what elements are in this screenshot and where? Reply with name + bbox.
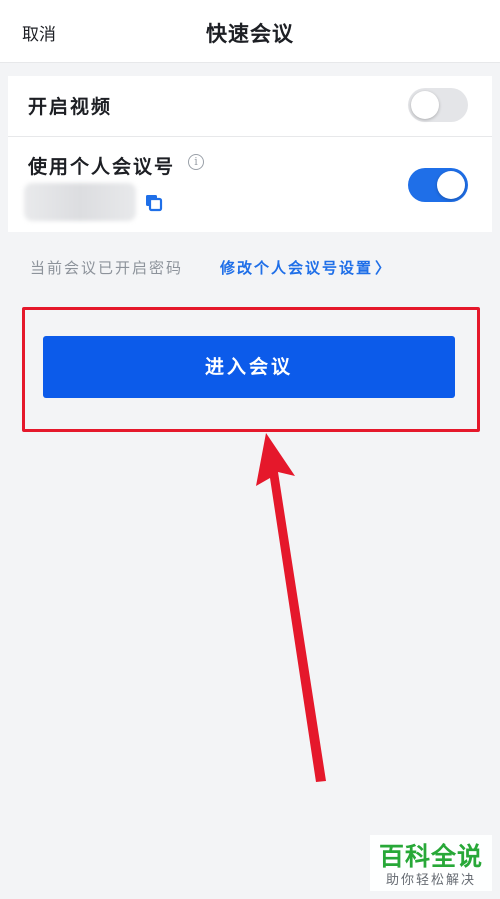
watermark-title: 百科全说: [378, 842, 483, 871]
watermark-logo: 百科全说 助你轻松解决: [370, 835, 492, 891]
copy-icon[interactable]: [145, 194, 163, 212]
personal-meeting-id-toggle-knob: [437, 171, 465, 199]
page-title: 快速会议: [206, 22, 294, 46]
chevron-right-icon: 〉: [375, 259, 391, 277]
edit-settings-link-label: 修改个人会议号设置: [220, 259, 374, 277]
video-setting-row: 开启视频: [8, 76, 492, 137]
video-toggle-knob: [411, 91, 439, 119]
personal-meeting-id-label: 使用个人会议号: [28, 156, 176, 178]
video-label: 开启视频: [28, 96, 113, 118]
edit-personal-meeting-settings-link[interactable]: 修改个人会议号设置〉: [220, 257, 390, 278]
personal-meeting-id-row: 使用个人会议号 i: [8, 137, 492, 232]
info-icon[interactable]: i: [188, 154, 204, 170]
settings-card: 开启视频 使用个人会议号 i: [8, 76, 492, 232]
header-bar: 取消 快速会议: [0, 0, 500, 63]
video-toggle[interactable]: [408, 88, 468, 122]
watermark-subtitle: 助你轻松解决: [385, 873, 476, 888]
personal-meeting-id-toggle[interactable]: [408, 168, 468, 202]
password-status-text: 当前会议已开启密码: [30, 259, 184, 277]
annotation-highlight-box: [22, 307, 480, 432]
password-row: 当前会议已开启密码 修改个人会议号设置〉: [0, 240, 500, 290]
meeting-id-blurred: [24, 183, 136, 221]
